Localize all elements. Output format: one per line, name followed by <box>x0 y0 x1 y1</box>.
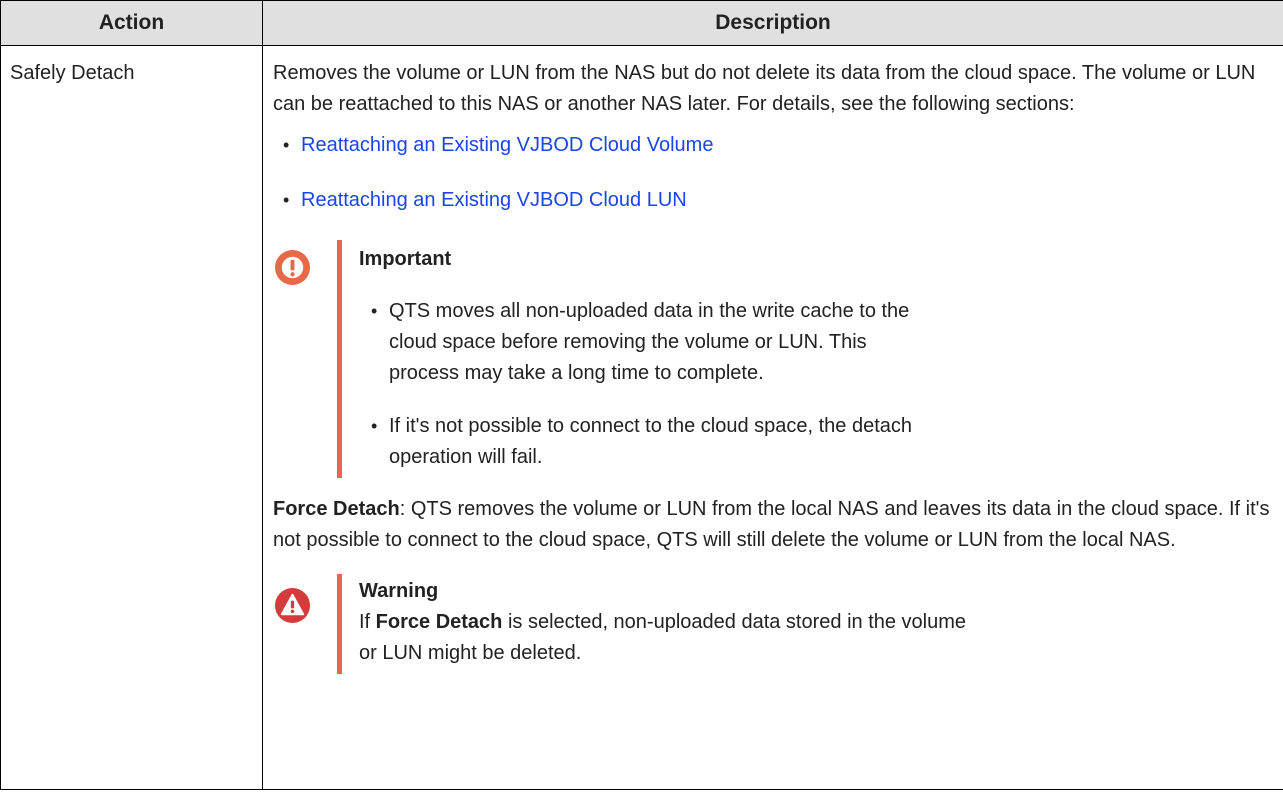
force-detach-paragraph: Force Detach: QTS removes the volume or … <box>273 494 1273 556</box>
list-item: • If it's not possible to connect to the… <box>371 411 931 473</box>
warning-accent-bar <box>337 574 342 674</box>
table-header-row: Action Description <box>0 0 1283 46</box>
list-item: • QTS moves all non-uploaded data in the… <box>371 296 931 389</box>
important-item-text: QTS moves all non-uploaded data in the w… <box>389 300 910 384</box>
warning-term: Force Detach <box>375 611 503 633</box>
action-cell: Safely Detach <box>0 45 263 790</box>
link-reattach-lun[interactable]: Reattaching an Existing VJBOD Cloud LUN <box>301 185 687 216</box>
exclamation-circle-icon <box>275 250 310 285</box>
header-description: Description <box>262 0 1283 46</box>
intro-paragraph: Removes the volume or LUN from the NAS b… <box>273 62 1256 115</box>
important-callout: Important • QTS moves all non-uploaded d… <box>273 240 1273 478</box>
link-reattach-volume[interactable]: Reattaching an Existing VJBOD Cloud Volu… <box>301 130 713 161</box>
list-item: • Reattaching an Existing VJBOD Cloud LU… <box>283 185 1273 216</box>
warning-triangle-icon <box>275 588 310 623</box>
important-accent-bar <box>337 240 342 478</box>
important-item-text: If it's not possible to connect to the c… <box>389 415 913 468</box>
warning-text: If Force Detach is selected, non-uploade… <box>359 607 979 669</box>
important-list: • QTS moves all non-uploaded data in the… <box>371 296 931 495</box>
warning-title: Warning <box>359 580 439 602</box>
force-detach-text: : QTS removes the volume or LUN from the… <box>273 498 1270 551</box>
warning-prefix: If <box>359 611 376 633</box>
list-item: • Reattaching an Existing VJBOD Cloud Vo… <box>283 130 1273 161</box>
bullet-icon: • <box>283 135 290 155</box>
action-description-table: Action Description Safely Detach Removes… <box>0 0 1283 790</box>
bullet-icon: • <box>371 301 378 321</box>
important-title: Important <box>359 248 452 270</box>
section-links-list: • Reattaching an Existing VJBOD Cloud Vo… <box>273 130 1273 216</box>
table-row: Safely Detach Removes the volume or LUN … <box>0 45 1283 790</box>
warning-body: Warning If Force Detach is selected, non… <box>359 576 979 669</box>
bullet-icon: • <box>371 416 378 436</box>
description-cell: Removes the volume or LUN from the NAS b… <box>262 45 1283 790</box>
force-detach-term: Force Detach <box>273 498 400 520</box>
bullet-icon: • <box>283 190 290 210</box>
warning-callout: Warning If Force Detach is selected, non… <box>273 574 1273 674</box>
header-action: Action <box>0 0 263 46</box>
